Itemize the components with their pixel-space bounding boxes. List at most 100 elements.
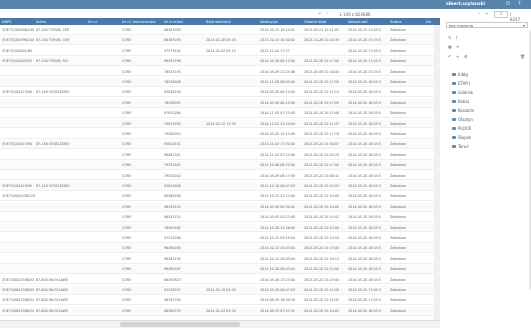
folder-icon	[452, 100, 456, 103]
cell-akt: 2014-05-20 18:05:5	[348, 173, 381, 178]
table-row[interactable]: CORV 97570280 2014-10-22 03:29:04 2014-05-2…	[0, 234, 440, 243]
pager-range: 1-106 z 824686	[339, 12, 371, 17]
cell-licznik: 96490287	[164, 267, 181, 272]
table-row[interactable]: CORV 79325407 2014-10-06 06:24:00 2014-05-2…	[0, 161, 440, 171]
tree-node[interactable]: Słupsk	[446, 135, 528, 144]
tree-node[interactable]: Koszalin	[446, 108, 528, 117]
table-row[interactable]: 3OE75/0001586/34 87-800 WŁOCŁAWE CORV 96392…	[0, 296, 440, 306]
table-row[interactable]: CORV 79053592 2014-02-15 13:35 2014-12-03 2…	[0, 119, 440, 129]
cell-status: Zablokow	[390, 48, 406, 53]
col-konc[interactable]: Nr ul. koncentrator	[122, 20, 156, 24]
cell-status: Zablokow	[390, 246, 406, 251]
power-icon[interactable]: ⏻	[506, 1, 510, 8]
delete-icon[interactable]: 🗑	[520, 54, 525, 59]
help-icon[interactable]: ?	[518, 1, 521, 8]
col-nrpe[interactable]: NRPE	[2, 20, 12, 24]
col-adres[interactable]: Adres	[36, 20, 46, 24]
table-row[interactable]: 3OE75/100396/240 87-100 TORUŃ, CER CORV 063…	[0, 26, 440, 35]
vertical-scrollbar[interactable]	[434, 25, 440, 320]
table-row[interactable]: 3OE75/400/038/129 CORV 90488598 2014-10-25 …	[0, 192, 440, 202]
cell-akw: 2014-05-05 02:22:00	[260, 215, 296, 220]
col-do[interactable]: Do	[426, 20, 431, 24]
tree-node[interactable]: Toruń	[446, 144, 528, 153]
table-row[interactable]: CORV 79320042 2014-05-09 08:17:59 2014-05-2…	[0, 172, 440, 181]
cell-konc: CORV	[122, 236, 132, 240]
folder-icon[interactable]: /	[456, 35, 457, 40]
add-icon[interactable]: +	[456, 54, 459, 59]
toolbar-row-2: ▦ ≡	[446, 43, 528, 50]
table-row[interactable]: CORV 79500053 2014-05-20 14:15:00 2014-05-2…	[0, 130, 440, 139]
table-row[interactable]: 3OE75/0001586/55 87-800 WŁOCŁAWE CORV 93228…	[0, 286, 440, 295]
grid-icon[interactable]: ▦	[448, 44, 452, 49]
table-row[interactable]: CORV 96343225 2014-05-05 02:22:00 2014-05-2…	[0, 213, 440, 223]
cell-akw: 2013-10-15 10:50:02	[260, 38, 296, 43]
table-row[interactable]: CORV 96490283 2014-10-12 20:03:04 2014-05-2…	[0, 244, 440, 254]
cell-status: Zablokow	[390, 111, 406, 116]
cell-status: Zablokow	[390, 38, 406, 43]
cell-akw: 2014-11-03 07:24:00	[260, 152, 296, 157]
table-row[interactable]: 3OE75/100415/90 87-148 OSTASZEWO CORV 93810…	[0, 140, 440, 150]
settings-icon[interactable]: ⚙	[464, 54, 468, 59]
xml-icon[interactable]: ≡	[456, 44, 459, 49]
table-row[interactable]: CORV 76326048 2014-11-08 08:09:00 2014-05-2…	[0, 78, 440, 87]
cell-status: Zablokow	[390, 215, 406, 220]
tree-node[interactable]: PLOCK	[446, 126, 528, 135]
table-row[interactable]: CORV 96483234 2014-10-13 20:03:04 2014-05-2…	[0, 255, 440, 264]
table-row[interactable]: CORV 96482301 2014-11-03 07:24:00 2014-05-2…	[0, 151, 440, 160]
cell-akw: 2014-11-05 07:15:00	[260, 111, 296, 116]
prev-page-icon[interactable]: ‹	[326, 11, 328, 17]
cell-licznik: 96493296	[164, 59, 181, 64]
tree-node[interactable]: Olsztyn	[446, 117, 528, 126]
cell-akw: 2014-11-08 08:09:00	[260, 80, 296, 84]
cell-nrpe: 3OE75/100413/90	[2, 90, 32, 95]
table-row[interactable]: 3OE75/100413/90 87-148 OSTASZEWO CORV 93630…	[0, 88, 440, 98]
tree-node[interactable]: ETAP I	[446, 81, 528, 90]
cell-adres: 87-148 OSTASZEWO	[36, 90, 70, 95]
cell-konc: CORV	[122, 100, 132, 105]
tree-node[interactable]: Inbłg	[446, 72, 528, 81]
col-blad[interactable]: Błąd walidacji	[206, 20, 231, 24]
tree-node[interactable]: Gdańsk	[446, 90, 528, 99]
table-row[interactable]: 3OE75/100396/240 87-100 TORUŃ, CER CORV 063…	[0, 36, 440, 46]
table-row[interactable]: CORV 76290092 2014-05-26 00:15:00 2014-05-2…	[0, 98, 440, 108]
cell-akw: 2014-10-12 20:03:04	[260, 246, 296, 251]
cell-akt: 2014-05-20 18:05:5	[348, 184, 381, 188]
scroll-thumb[interactable]	[120, 322, 240, 327]
cell-akt: 2014-05-20 18:05:5	[348, 256, 381, 261]
cell-akw: 2014-05-26 00:15:00	[260, 100, 296, 105]
col-ostatni[interactable]: Ostatni błąd	[304, 20, 326, 24]
col-status[interactable]: Status	[390, 20, 401, 24]
username[interactable]: albert.szylanski	[446, 2, 485, 7]
table-row[interactable]: 3OE75/0001586/34 87-800 WŁOCŁAWE CORV 06300…	[0, 306, 440, 316]
cell-akt: 2014-05-20 18:05:5	[348, 277, 381, 282]
tree-node[interactable]: Kalisz	[446, 99, 528, 108]
filter-select[interactable]: bez mazania ▾	[446, 22, 528, 28]
table-row[interactable]: CORV 96490287 2014-10-28 00:03:04 2014-05-2…	[0, 265, 440, 275]
cell-status: Zablokow	[390, 152, 406, 157]
col-akwizycja[interactable]: Akwizycja	[260, 20, 278, 24]
side-panel: bez mazania ▾ ✎ / ▦ ≡ ↶ + ⚙ 🗑 Inbłg ETAP…	[446, 10, 531, 320]
horizontal-scrollbar[interactable]	[0, 320, 440, 328]
cell-status: Zablokow	[390, 308, 406, 313]
table-row[interactable]: 3OE75/100403/94 87-100 TORUŃ, PLC CORV 9649…	[0, 57, 440, 67]
table-row[interactable]: CORV 76590162 2014-10-28 11:26:00 2014-05-2…	[0, 223, 440, 233]
cell-status: Zablokow	[390, 194, 406, 199]
table-row[interactable]: 3OE75/0001586/34 87-800 WŁOCŁAWE CORV 06295…	[0, 276, 440, 285]
cell-licznik: 93228071	[164, 288, 181, 292]
cell-akw: 2014-10-22 03:29:04	[260, 236, 296, 240]
cell-ost: 2014-05-20 22:15:00	[304, 246, 340, 251]
table-row[interactable]: CORV 76553193 2014-05-09 22:25:06 2014-05-0…	[0, 68, 440, 77]
cell-blad: 2014-02-28 03:16	[206, 38, 236, 43]
cell-akw: 2013-12-04 17:57	[260, 48, 290, 53]
first-page-icon[interactable]: «	[318, 11, 321, 17]
cell-adres: 87-100 TORUŃ, CER	[36, 28, 70, 32]
table-row[interactable]: CORV 96345224 2014-05-26 00:30:02 2014-05-2…	[0, 202, 440, 212]
undo-icon[interactable]: ↶	[448, 54, 451, 59]
table-row[interactable]: CORV 97670264 2014-11-05 07:15:00 2014-05-2…	[0, 109, 440, 119]
col-nr-ul[interactable]: Nr ul.	[88, 20, 98, 24]
col-aktualnosc[interactable]: Aktualność	[348, 20, 368, 24]
edit-icon[interactable]: ✎	[448, 35, 451, 40]
table-row[interactable]: 3OE75/100419/90 87-148 OSTASZEWO CORV 93610…	[0, 182, 440, 191]
table-row[interactable]: 3OE75/100401/60 CORV 97579104 2014-02-03 03…	[0, 47, 440, 56]
col-licznik[interactable]: Nr licznika	[164, 20, 183, 24]
